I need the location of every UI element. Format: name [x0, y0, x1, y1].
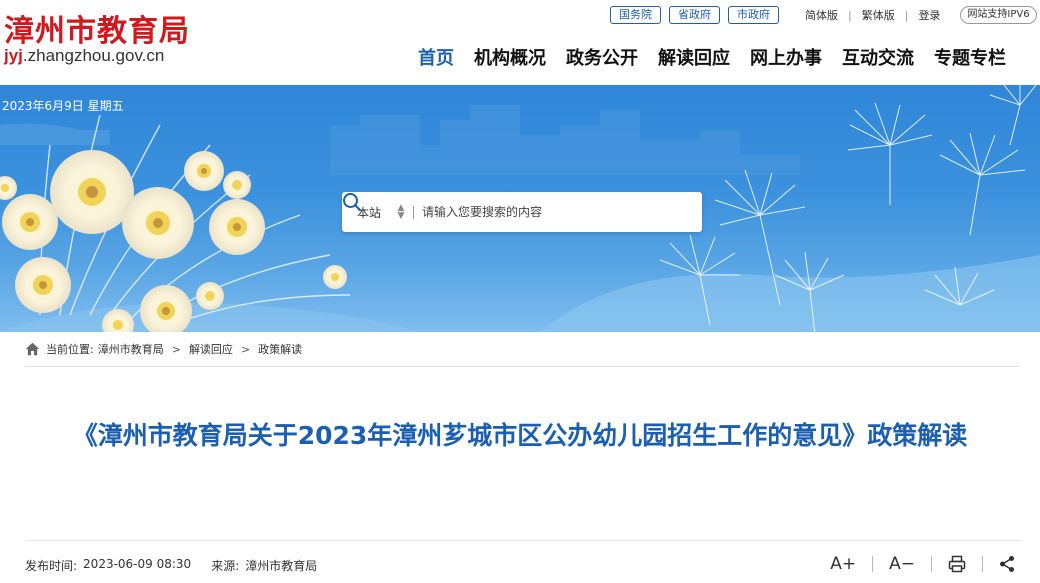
nav-online-services[interactable]: 网上办事	[750, 44, 822, 70]
share-icon[interactable]	[999, 555, 1015, 573]
hero-banner: 2023年6月9日 星期五 本站 ▲ ▼	[0, 85, 1040, 332]
link-state-council[interactable]: 国务院	[610, 6, 661, 24]
source-value: 漳州市教育局	[245, 559, 318, 573]
publish-label: 发布时间:	[25, 559, 78, 573]
breadcrumb-item-policy[interactable]: 政策解读	[258, 341, 302, 357]
nav-home[interactable]: 首页	[418, 44, 454, 70]
search-icon[interactable]	[342, 192, 362, 212]
link-city-gov[interactable]: 市政府	[728, 6, 779, 24]
article-tools: A+ A−	[830, 554, 1015, 574]
nav-gov-affairs[interactable]: 政务公开	[566, 44, 638, 70]
font-smaller-button[interactable]: A−	[889, 554, 915, 574]
divider: |	[848, 8, 852, 22]
breadcrumb-separator: >	[240, 342, 251, 356]
divider	[982, 556, 983, 572]
nav-interaction[interactable]: 互动交流	[842, 44, 914, 70]
article-meta: 发布时间: 2023-06-09 08:30 来源: 漳州市教育局	[25, 557, 317, 574]
source-label: 来源:	[211, 559, 240, 573]
breadcrumb-item-bureau[interactable]: 漳州市教育局	[98, 341, 164, 357]
search-input[interactable]	[422, 205, 652, 219]
top-bar: 国务院 省政府 市政府 简体版 | 繁体版 | 登录 网站支持IPV6	[610, 5, 1037, 25]
search-scope-select[interactable]: 本站	[357, 204, 395, 221]
link-province-gov[interactable]: 省政府	[669, 6, 720, 24]
article-title: 《漳州市教育局关于2023年漳州芗城市区公办幼儿园招生工作的意见》政策解读	[72, 421, 968, 450]
breadcrumb-separator: >	[171, 342, 181, 356]
divider: |	[904, 8, 909, 22]
divider	[413, 205, 414, 219]
publish-time: 2023-06-09 08:30	[83, 557, 192, 571]
breadcrumb-label: 当前位置:	[46, 343, 94, 356]
divider	[872, 556, 874, 572]
font-larger-button[interactable]: A+	[830, 554, 856, 574]
logo-url-rest: .zhangzhou.gov.cn	[22, 46, 165, 65]
link-traditional[interactable]: 繁体版	[862, 7, 895, 23]
main-nav: 首页 机构概况 政务公开 解读回应 网上办事 互动交流 专题专栏	[418, 44, 1006, 70]
logo-url-prefix: jyj	[4, 46, 23, 65]
divider	[931, 556, 932, 572]
current-date: 2023年6月9日 星期五	[2, 99, 124, 113]
breadcrumb: 当前位置: 漳州市教育局 > 解读回应 > 政策解读	[25, 332, 1020, 367]
site-header: 漳州市教育局 jyj.zhangzhou.gov.cn 国务院 省政府 市政府 …	[0, 0, 1040, 85]
site-logo-name[interactable]: 漳州市教育局	[4, 6, 190, 50]
updown-arrow-icon[interactable]: ▲ ▼	[395, 204, 407, 221]
site-logo-url[interactable]: jyj.zhangzhou.gov.cn	[4, 46, 164, 66]
ipv6-badge: 网站支持IPV6	[960, 6, 1037, 24]
divider	[25, 540, 1020, 541]
home-icon	[25, 342, 40, 356]
breadcrumb-item-interpretation[interactable]: 解读回应	[189, 341, 233, 357]
flower-cluster	[0, 150, 347, 332]
article-area: 当前位置: 漳州市教育局 > 解读回应 > 政策解读 《漳州市教育局关于2023…	[0, 332, 1040, 583]
search-bar: 本站 ▲ ▼	[342, 192, 702, 232]
link-login[interactable]: 登录	[918, 7, 940, 23]
nav-interpretation[interactable]: 解读回应	[658, 44, 730, 70]
link-simplified[interactable]: 简体版	[805, 7, 838, 23]
nav-organization[interactable]: 机构概况	[474, 44, 546, 70]
nav-special-topics[interactable]: 专题专栏	[934, 44, 1006, 70]
print-icon[interactable]	[948, 555, 966, 573]
